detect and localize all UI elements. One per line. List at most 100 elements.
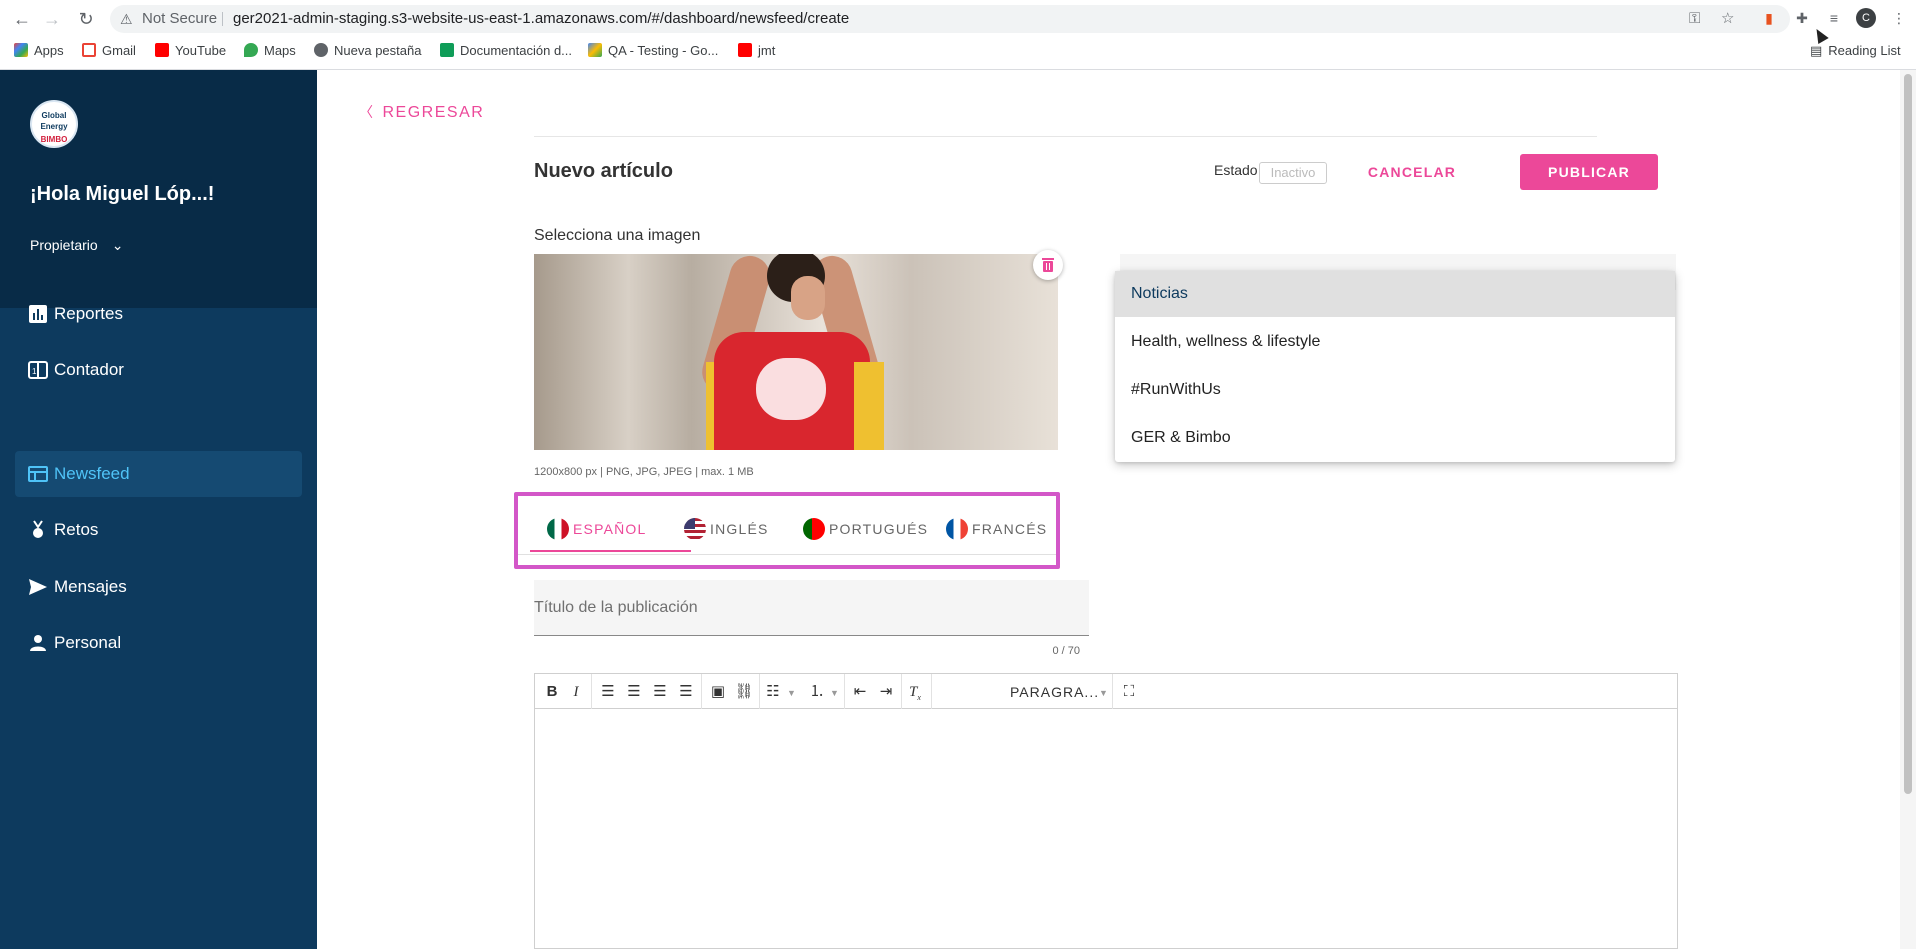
reload-icon[interactable]: ↻ bbox=[74, 7, 98, 31]
sidebar-item-contador[interactable]: 1 Contador bbox=[15, 347, 302, 393]
more-icon[interactable]: ⋮ bbox=[1890, 9, 1908, 27]
bookmark-label: YouTube bbox=[175, 43, 227, 58]
back-arrow-icon[interactable]: ← bbox=[10, 7, 34, 31]
divider bbox=[534, 136, 1597, 137]
tab-portugues[interactable]: PORTUGUÉS bbox=[803, 518, 928, 554]
star-icon[interactable]: ☆ bbox=[1721, 5, 1734, 33]
bookmark-apps[interactable]: Apps bbox=[14, 42, 64, 60]
tab-label: INGLÉS bbox=[710, 521, 769, 537]
bold-icon[interactable]: B bbox=[540, 680, 564, 704]
sidebar: Global Energy BIMBO ¡Hola Miguel Lóp...!… bbox=[0, 70, 317, 949]
bullet-list-icon[interactable]: ☷ bbox=[761, 680, 785, 704]
image-hint: 1200x800 px | PNG, JPG, JPEG | max. 1 MB bbox=[534, 466, 754, 478]
reading-list-label: Reading List bbox=[1828, 43, 1901, 58]
page-scrollbar[interactable] bbox=[1900, 70, 1916, 949]
outdent-icon[interactable]: ⇤ bbox=[848, 680, 872, 704]
post-title-input[interactable] bbox=[534, 580, 1089, 636]
extension-icon[interactable]: ▮ bbox=[1760, 9, 1778, 27]
category-option[interactable]: Noticias bbox=[1115, 271, 1675, 317]
align-center-icon[interactable]: ☰ bbox=[622, 680, 646, 704]
publish-button[interactable]: PUBLICAR bbox=[1520, 154, 1658, 190]
align-left-icon[interactable]: ☰ bbox=[596, 680, 620, 704]
sidebar-item-label: Retos bbox=[54, 520, 99, 539]
clear-format-icon[interactable]: Tx bbox=[903, 680, 927, 704]
align-right-icon[interactable]: ☰ bbox=[648, 680, 672, 704]
person-icon bbox=[30, 635, 46, 651]
category-option[interactable]: GER & Bimbo bbox=[1115, 415, 1675, 461]
indent-icon[interactable]: ⇥ bbox=[874, 680, 898, 704]
tab-frances[interactable]: FRANCÉS bbox=[946, 518, 1047, 554]
browser-toolbar: ← → ↻ ⚠ Not Secure ger2021-admin-staging… bbox=[0, 0, 1916, 38]
justify-icon[interactable]: ☰ bbox=[674, 680, 698, 704]
app-logo: Global Energy BIMBO bbox=[30, 100, 78, 148]
bookmark-youtube[interactable]: YouTube bbox=[155, 42, 226, 60]
reading-list[interactable]: ▤ Reading List bbox=[1810, 42, 1901, 60]
divider bbox=[518, 554, 1056, 555]
image-insert-icon[interactable]: ▣ bbox=[706, 680, 730, 704]
puzzle-icon[interactable]: ✚ bbox=[1793, 9, 1811, 27]
bookmark-label: Gmail bbox=[102, 43, 136, 58]
bookmark-label: Maps bbox=[264, 43, 296, 58]
bookmark-maps[interactable]: Maps bbox=[244, 42, 296, 60]
link-icon[interactable]: ⛓ bbox=[732, 680, 756, 704]
status-label: Estado bbox=[1214, 162, 1258, 178]
apps-icon bbox=[14, 43, 28, 57]
fullscreen-icon[interactable]: ⛶ bbox=[1117, 680, 1141, 704]
logo-text: BIMBO bbox=[40, 135, 68, 144]
tab-label: FRANCÉS bbox=[972, 521, 1048, 537]
caret-down-icon[interactable]: ▼ bbox=[787, 681, 796, 705]
status-badge[interactable]: Inactivo bbox=[1259, 162, 1327, 184]
scrollbar-thumb[interactable] bbox=[1904, 74, 1912, 794]
sidebar-item-mensajes[interactable]: Mensajes bbox=[15, 564, 302, 610]
bookmark-jmt[interactable]: jmt bbox=[738, 42, 775, 60]
role-label: Propietario bbox=[30, 237, 98, 253]
profile-avatar[interactable]: C bbox=[1856, 8, 1876, 28]
image-shape bbox=[854, 362, 884, 450]
tab-espanol[interactable]: ESPAÑOL bbox=[547, 518, 647, 554]
italic-icon[interactable]: I bbox=[564, 680, 588, 704]
bookmark-docs[interactable]: Documentación d... bbox=[440, 42, 572, 60]
address-bar[interactable]: ⚠ Not Secure ger2021-admin-staging.s3-we… bbox=[110, 5, 1790, 33]
main-content: 〈 REGRESAR Nuevo artículo Estado Inactivo… bbox=[317, 70, 1916, 949]
toolbar-divider bbox=[759, 674, 760, 709]
active-tab-indicator bbox=[530, 550, 691, 552]
url-text: ger2021-admin-staging.s3-website-us-east… bbox=[233, 10, 850, 27]
sidebar-item-personal[interactable]: Personal bbox=[15, 620, 302, 666]
tab-label: ESPAÑOL bbox=[573, 521, 647, 537]
category-option[interactable]: #RunWithUs bbox=[1115, 367, 1675, 413]
toolbar-divider bbox=[1112, 674, 1113, 709]
toolbar-divider bbox=[931, 674, 932, 709]
sidebar-item-label: Newsfeed bbox=[54, 464, 130, 483]
caret-down-icon[interactable]: ▼ bbox=[1099, 681, 1108, 705]
article-image[interactable] bbox=[534, 254, 1058, 450]
role-selector[interactable]: Propietario ⌄ bbox=[30, 237, 123, 254]
sidebar-item-label: Contador bbox=[54, 360, 124, 379]
bookmark-new-tab[interactable]: Nueva pestaña bbox=[314, 42, 421, 60]
sidebar-item-retos[interactable]: Retos bbox=[15, 507, 302, 553]
bookmark-gmail[interactable]: Gmail bbox=[82, 42, 136, 60]
toolbar-divider bbox=[844, 674, 845, 709]
warning-icon: ⚠ bbox=[120, 11, 133, 27]
usa-flag-icon bbox=[684, 518, 706, 540]
back-link[interactable]: 〈 REGRESAR bbox=[359, 102, 484, 122]
tab-ingles[interactable]: INGLÉS bbox=[684, 518, 769, 554]
category-option[interactable]: Health, wellness & lifestyle bbox=[1115, 319, 1675, 365]
bookmark-qa[interactable]: QA - Testing - Go... bbox=[588, 42, 718, 60]
counter-icon: 1 bbox=[28, 361, 48, 379]
cancel-button[interactable]: CANCELAR bbox=[1357, 154, 1467, 190]
send-icon bbox=[29, 579, 47, 595]
key-icon[interactable]: ⚿ bbox=[1689, 5, 1700, 33]
media-icon[interactable]: ≡ bbox=[1825, 9, 1843, 27]
forward-arrow-icon[interactable]: → bbox=[40, 7, 64, 31]
numbered-list-icon[interactable]: ⒈ bbox=[805, 680, 829, 704]
delete-image-button[interactable] bbox=[1033, 250, 1063, 280]
caret-down-icon[interactable]: ▼ bbox=[830, 681, 839, 705]
language-tabs: ESPAÑOL INGLÉS PORTUGUÉS FRANCÉS bbox=[514, 492, 1060, 569]
sidebar-item-newsfeed[interactable]: Newsfeed bbox=[15, 451, 302, 497]
image-shape bbox=[756, 358, 826, 420]
bar-chart-icon bbox=[29, 305, 47, 323]
rich-text-editor[interactable]: B I ☰ ☰ ☰ ☰ ▣ ⛓ ☷ ▼ ⒈ ▼ ⇤ ⇥ Tx PARAGRA..… bbox=[534, 673, 1678, 949]
bookmark-label: QA - Testing - Go... bbox=[608, 43, 719, 58]
flag-canton bbox=[684, 518, 695, 529]
sidebar-item-reportes[interactable]: Reportes bbox=[15, 291, 302, 337]
